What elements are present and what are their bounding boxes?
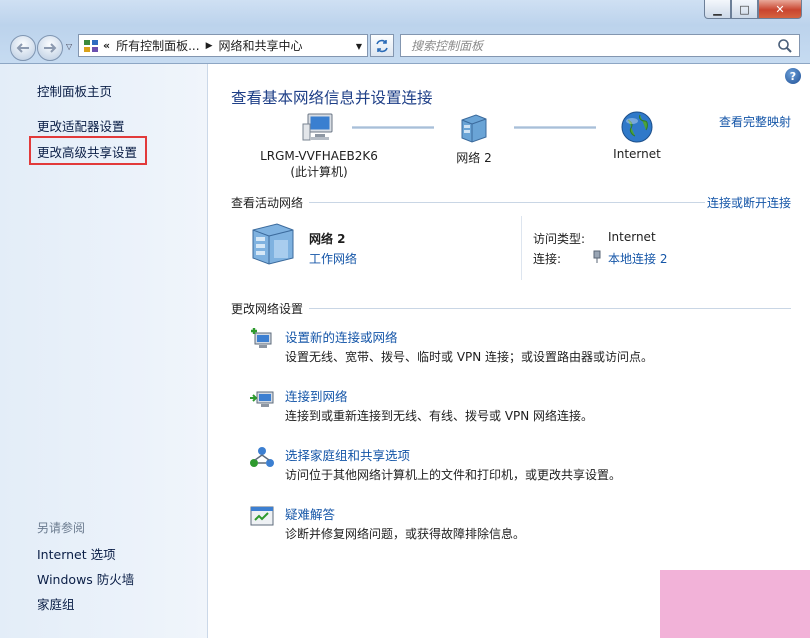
- internet-name: Internet: [613, 147, 661, 161]
- active-networks-header: 查看活动网络: [231, 196, 304, 210]
- recent-pages-dropdown[interactable]: ▽: [66, 42, 72, 51]
- arrow-right-icon: [44, 43, 57, 53]
- caption-buttons: ▁ □ ✕: [704, 0, 802, 19]
- map-link-line: [352, 126, 434, 129]
- main-content: ? 查看基本网络信息并设置连接 查看完整映射 LRGM-VVFHAEB2K6 (…: [209, 64, 810, 638]
- task-title[interactable]: 连接到网络: [285, 386, 348, 405]
- search-input[interactable]: 搜索控制面板: [400, 34, 800, 57]
- breadcrumb-item-all-panels[interactable]: 所有控制面板...: [116, 37, 199, 54]
- search-placeholder: 搜索控制面板: [411, 39, 484, 53]
- panel-divider: [521, 216, 522, 280]
- network-type-link[interactable]: 工作网络: [309, 250, 357, 267]
- sidebar-item-adapter-settings[interactable]: 更改适配器设置: [37, 116, 125, 135]
- back-button[interactable]: [10, 35, 36, 61]
- address-bar[interactable]: « 所有控制面板... ▶ 网络和共享中心 ▼: [78, 34, 368, 57]
- computer-name: LRGM-VVFHAEB2K6: [260, 149, 378, 163]
- computer-sub: (此计算机): [290, 165, 348, 179]
- sidebar-item-homegroup[interactable]: 家庭组: [37, 594, 75, 613]
- sidebar-item-windows-firewall[interactable]: Windows 防火墙: [37, 569, 134, 588]
- local-connection-link[interactable]: 本地连接 2: [608, 250, 667, 267]
- task-description: 诊断并修复网络问题，或获得故障排除信息。: [285, 527, 526, 541]
- task-title[interactable]: 设置新的连接或网络: [285, 327, 398, 346]
- view-full-map-link[interactable]: 查看完整映射: [719, 113, 791, 130]
- close-button[interactable]: ✕: [758, 0, 802, 19]
- control-panel-icon: [84, 39, 98, 52]
- maximize-button[interactable]: □: [731, 0, 758, 19]
- map-link-line: [514, 126, 596, 129]
- task-description: 设置无线、宽带、拨号、临时或 VPN 连接；或设置路由器或访问点。: [285, 350, 654, 364]
- task-description: 访问位于其他网络计算机上的文件和打印机，或更改共享设置。: [285, 468, 622, 482]
- breadcrumb-separator[interactable]: ▶: [206, 41, 213, 51]
- refresh-button[interactable]: [370, 34, 394, 57]
- sidebar-item-internet-options[interactable]: Internet 选项: [37, 544, 116, 563]
- breadcrumb-overflow[interactable]: «: [103, 39, 110, 52]
- network-building-icon: [252, 223, 294, 265]
- minimize-button[interactable]: ▁: [704, 0, 731, 19]
- sidebar-item-control-panel-home[interactable]: 控制面板主页: [37, 81, 112, 100]
- connections-label: 连接:: [533, 252, 562, 266]
- active-network-name: 网络 2: [309, 232, 346, 246]
- breadcrumb-item-network-center[interactable]: 网络和共享中心: [218, 37, 302, 54]
- see-also-heading: 另请参阅: [37, 521, 86, 535]
- troubleshoot-icon: [250, 506, 274, 526]
- network-name: 网络 2: [456, 151, 492, 165]
- connect-disconnect-link[interactable]: 连接或断开连接: [707, 194, 791, 211]
- connect-network-icon: [250, 391, 274, 407]
- homegroup-icon: [250, 447, 274, 467]
- map-node-network[interactable]: 网络 2: [439, 112, 509, 166]
- access-type-value: Internet: [608, 230, 656, 244]
- search-icon[interactable]: [777, 38, 793, 54]
- corner-decoration: [660, 570, 810, 638]
- refresh-icon: [376, 39, 388, 52]
- map-node-computer[interactable]: LRGM-VVFHAEB2K6 (此计算机): [249, 112, 389, 180]
- arrow-left-icon: [16, 43, 29, 53]
- page-title: 查看基本网络信息并设置连接: [231, 89, 433, 107]
- access-type-label: 访问类型:: [533, 232, 586, 246]
- title-bar: ▁ □ ✕ ▽ « 所有控制面板... ▶ 网络和共享中心 ▼ 搜索控制面板: [0, 0, 810, 64]
- task-title[interactable]: 疑难解答: [285, 504, 335, 523]
- highlight-box: [29, 136, 147, 165]
- new-connection-icon: [251, 328, 272, 348]
- chevron-down-icon[interactable]: ▼: [356, 42, 362, 51]
- change-settings-header: 更改网络设置: [231, 302, 304, 316]
- computer-icon: [302, 113, 333, 141]
- globe-icon: [621, 111, 653, 143]
- section-divider: [309, 202, 705, 203]
- connection-plug-icon: [592, 250, 602, 267]
- map-node-internet[interactable]: Internet: [602, 110, 672, 161]
- network-icon: [461, 114, 487, 143]
- help-icon[interactable]: ?: [785, 68, 801, 84]
- forward-button[interactable]: [37, 35, 63, 61]
- task-title[interactable]: 选择家庭组和共享选项: [285, 445, 410, 464]
- section-divider: [309, 308, 791, 309]
- task-description: 连接到或重新连接到无线、有线、拨号或 VPN 网络连接。: [285, 409, 594, 423]
